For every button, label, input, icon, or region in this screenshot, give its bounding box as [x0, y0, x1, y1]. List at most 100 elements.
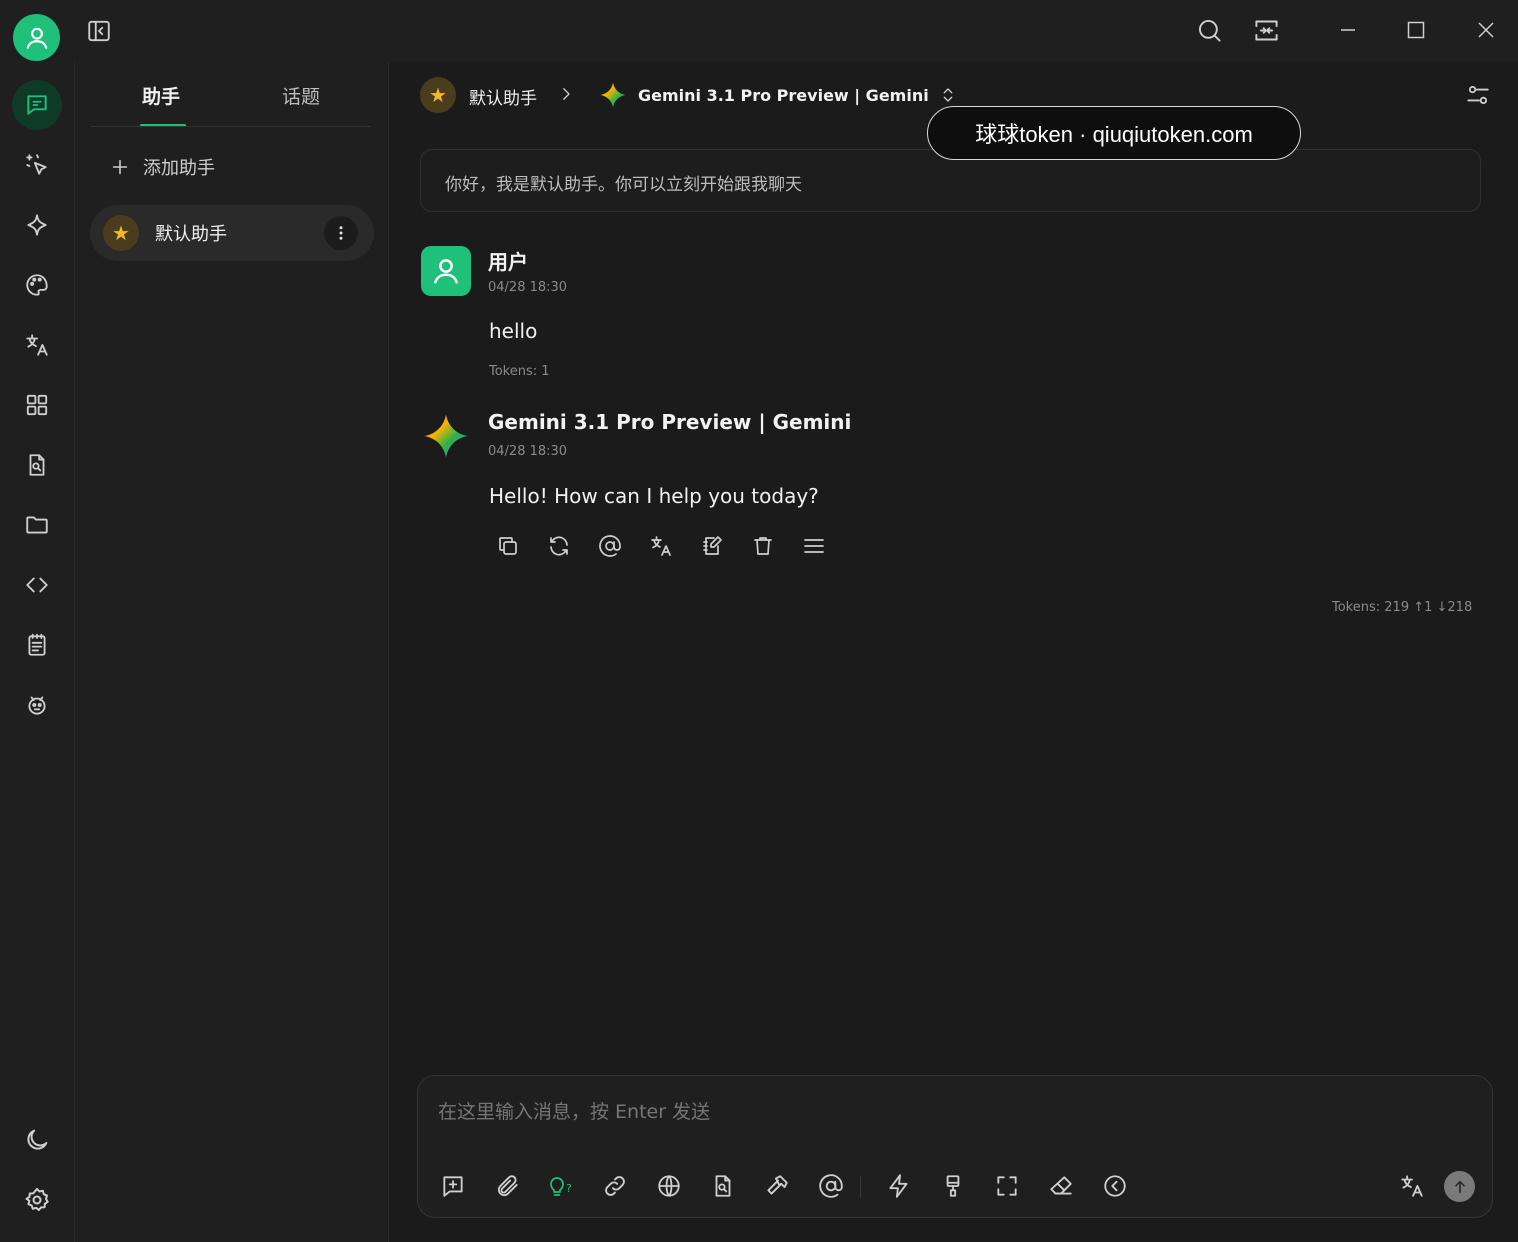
attach-button[interactable] [495, 1173, 521, 1199]
sliders-icon [1467, 85, 1489, 105]
user-message: 用户 04/28 18:30 hello Tokens: 1 [420, 246, 1490, 386]
regenerate-button[interactable] [547, 534, 571, 558]
nav-files[interactable] [12, 500, 62, 550]
more-vertical-icon [339, 226, 343, 240]
gemini-logo-icon [424, 414, 468, 458]
clear-messages-button[interactable] [1048, 1173, 1074, 1199]
gemini-logo-icon [600, 82, 626, 108]
more-actions-button[interactable] [802, 534, 826, 558]
save-note-button[interactable] [700, 534, 724, 558]
thinking-button[interactable]: ? [548, 1173, 576, 1201]
message-tokens: Tokens: 219 ↑1 ↓218 [1332, 600, 1473, 615]
sidebar-collapse-icon [88, 20, 110, 42]
assistant-more-button[interactable] [324, 216, 358, 250]
nav-chat[interactable] [12, 80, 62, 130]
search-button[interactable] [1196, 17, 1223, 44]
moon-icon [27, 1129, 48, 1150]
mention-model-button[interactable] [818, 1173, 844, 1199]
settings-button[interactable] [12, 1175, 62, 1225]
model-selector[interactable]: Gemini 3.1 Pro Preview | Gemini [598, 80, 957, 110]
copy-icon [499, 537, 517, 555]
star-icon: ★ [429, 83, 447, 107]
mini-window-button[interactable] [1253, 17, 1280, 44]
minimize-button[interactable] [1338, 20, 1358, 40]
header-assistant-name[interactable]: 默认助手 [469, 84, 537, 109]
translate-input-button[interactable] [1399, 1173, 1425, 1199]
palette-icon [26, 274, 48, 296]
message-text: hello [489, 319, 538, 343]
nav-bot[interactable] [12, 680, 62, 730]
watermark-text: 球球token · qiuqiutoken.com [975, 122, 1253, 147]
message-time: 04/28 18:30 [488, 444, 568, 459]
maximize-button[interactable] [1406, 20, 1426, 40]
mention-button[interactable] [598, 534, 622, 558]
link-button[interactable] [602, 1173, 628, 1199]
breadcrumb-separator [557, 85, 575, 103]
sparkle-icon [27, 214, 47, 236]
delete-button[interactable] [751, 534, 775, 558]
navigation-rail [0, 62, 75, 1242]
zap-icon [889, 1174, 908, 1198]
close-button[interactable] [1476, 20, 1496, 40]
message-text: Hello! How can I help you today? [489, 484, 819, 508]
minimize-icon [1341, 29, 1355, 31]
nav-notes[interactable] [12, 620, 62, 670]
arrow-up-icon [1454, 1180, 1465, 1193]
user-avatar[interactable] [13, 14, 60, 61]
knowledge-base-button[interactable] [710, 1173, 736, 1199]
chevron-left-circle-icon [1104, 1175, 1126, 1197]
collapse-toolbar-button[interactable] [1102, 1173, 1128, 1199]
link-icon [605, 1176, 625, 1196]
tab-assistants[interactable]: 助手 [142, 82, 180, 109]
nav-translate[interactable] [12, 320, 62, 370]
nav-knowledge[interactable] [12, 440, 62, 490]
header-assistant-avatar[interactable]: ★ [420, 77, 456, 113]
title-bar [0, 0, 1518, 62]
assistant-avatar: ★ [103, 215, 139, 251]
notebook-edit-icon [703, 536, 722, 555]
nav-code[interactable] [12, 560, 62, 610]
nav-agents[interactable] [12, 140, 62, 190]
translate-message-button[interactable] [649, 534, 673, 558]
quick-phrases-button[interactable] [886, 1173, 912, 1199]
at-sign-icon [819, 1174, 843, 1198]
clear-context-button[interactable] [940, 1173, 966, 1199]
translate-icon [26, 334, 48, 356]
svg-text:?: ? [566, 1182, 572, 1195]
input-box: ? [417, 1075, 1493, 1218]
grid-icon [26, 394, 48, 416]
expand-input-button[interactable] [994, 1173, 1020, 1199]
copy-button[interactable] [496, 534, 520, 558]
maximize-corners-icon [997, 1176, 1017, 1196]
toolbar-divider [860, 1176, 861, 1198]
assistant-message: Gemini 3.1 Pro Preview | Gemini 04/28 18… [420, 410, 1490, 615]
assistant-name: 默认助手 [155, 224, 227, 245]
nav-discover[interactable] [12, 200, 62, 250]
folder-icon [26, 516, 48, 534]
eraser-icon [1050, 1176, 1072, 1195]
search-icon [1198, 19, 1221, 42]
theme-toggle-button[interactable] [12, 1115, 62, 1165]
chat-settings-button[interactable] [1465, 82, 1491, 108]
code-icon [26, 577, 48, 593]
input-toolbar: ? [440, 1171, 1476, 1203]
assistant-item[interactable]: ★ 默认助手 [90, 205, 374, 261]
add-assistant-button[interactable]: 添加助手 [109, 154, 215, 180]
message-input[interactable] [438, 1096, 1468, 1128]
tab-topics[interactable]: 话题 [282, 82, 320, 109]
send-button[interactable] [1444, 1171, 1475, 1202]
gear-icon [25, 1187, 49, 1212]
mini-window-icon [1255, 20, 1278, 41]
bot-icon [28, 696, 46, 715]
translate-icon [651, 536, 671, 556]
close-icon [1478, 22, 1494, 38]
paintbrush-icon [946, 1175, 960, 1197]
sparkle-cursor-icon [26, 154, 47, 175]
nav-apps[interactable] [12, 380, 62, 430]
nav-paintings[interactable] [12, 260, 62, 310]
web-search-button[interactable] [656, 1173, 682, 1199]
new-topic-button[interactable] [440, 1173, 466, 1199]
toggle-sidebar-button[interactable] [86, 18, 112, 44]
mcp-tools-button[interactable] [764, 1173, 790, 1199]
message-plus-icon [443, 1176, 463, 1197]
